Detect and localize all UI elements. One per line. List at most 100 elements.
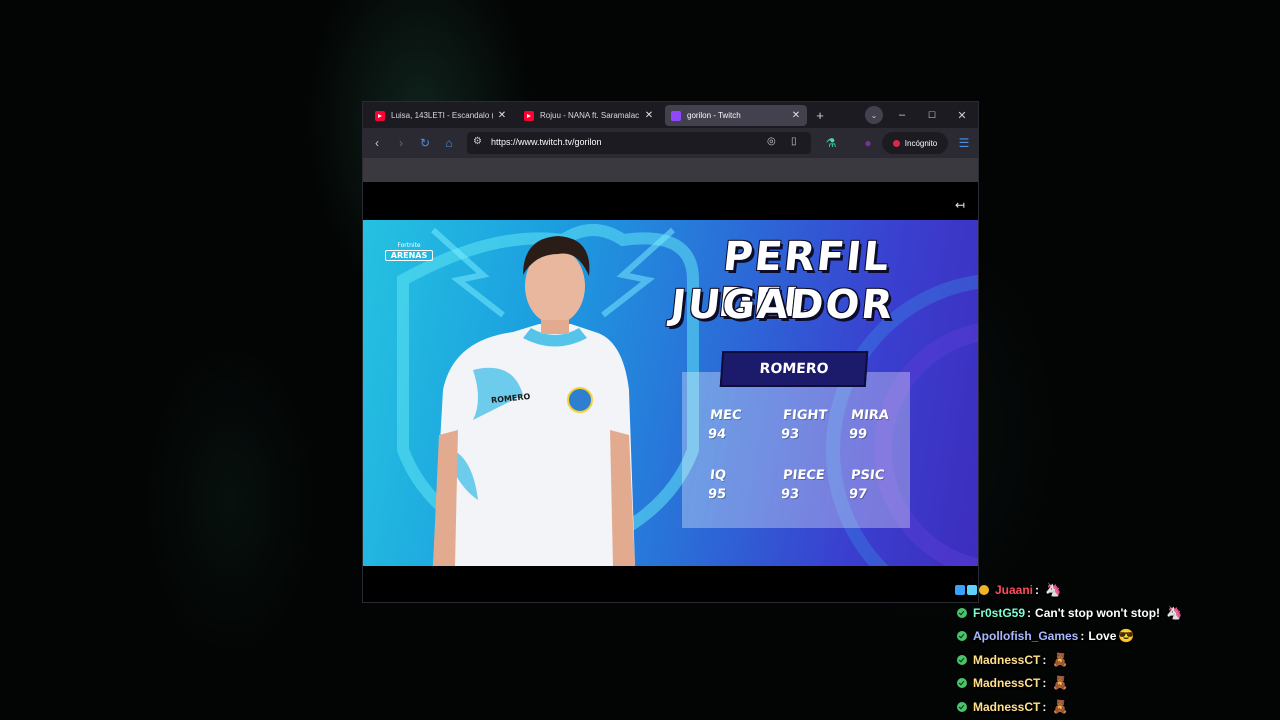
minimize-icon: – xyxy=(898,109,906,121)
home-icon: ⌂ xyxy=(445,136,453,150)
arrow-right-icon: › xyxy=(399,136,403,150)
forward-button[interactable]: › xyxy=(392,134,410,152)
emote-icon: 🦄 xyxy=(1045,582,1062,597)
incognito-label: Incógnito xyxy=(904,138,938,148)
arrow-left-icon: ‹ xyxy=(375,136,379,150)
tab-twitch-gorilon[interactable]: gorilon - Twitch ✕ xyxy=(665,105,807,126)
navigation-toolbar: ‹ › ↻ ⌂ ⚙ https://www.twitch.tv/gorilon … xyxy=(363,128,978,158)
incognito-badge[interactable]: Incógnito xyxy=(882,132,948,154)
youtube-icon xyxy=(375,110,385,121)
tab-youtube-luisa[interactable]: Luisa, 143LETI - Escandalo ( ✕ xyxy=(369,105,513,126)
player-name-tag: ROMERO xyxy=(719,351,869,387)
stat-iq: IQ 95 xyxy=(707,468,727,502)
browser-window: Luisa, 143LETI - Escandalo ( ✕ Rojuu - N… xyxy=(362,101,979,603)
incognito-icon xyxy=(892,139,900,147)
emote-icon: 🧸 xyxy=(1052,652,1069,667)
tab-title: Rojuu - NANA ft. Saramalac xyxy=(540,111,640,120)
chat-separator: : xyxy=(1042,700,1047,714)
verified-badge-icon xyxy=(957,678,967,688)
badge-icon xyxy=(979,585,989,595)
close-window-button[interactable]: ✕ xyxy=(955,106,969,124)
chat-username[interactable]: Apollofish_Games xyxy=(973,629,1078,643)
mask-icon: ● xyxy=(864,136,872,150)
stat-piece: PIECE 93 xyxy=(780,468,826,502)
stat-mec: MEC 94 xyxy=(707,408,743,442)
chat-message: Fr0stG59 : Can't stop won't stop! 🦄 xyxy=(955,603,1182,623)
headline-line-2: JUGADOR xyxy=(668,282,897,328)
chat-username[interactable]: MadnessCT xyxy=(973,653,1040,667)
extension-button[interactable]: ● xyxy=(859,134,877,152)
badge-icon xyxy=(955,585,965,595)
badge-icon xyxy=(967,585,977,595)
player-jersey xyxy=(433,324,635,566)
list-all-tabs-button[interactable]: ⌄ xyxy=(865,106,883,124)
stat-psic: PSIC 97 xyxy=(848,468,886,502)
video-player[interactable]: Fortnite ARENAS ROMERO PERFIL DEL JUGADO… xyxy=(363,220,978,566)
labs-button[interactable]: ⚗ xyxy=(822,134,840,152)
logo-subtitle: Fortnite xyxy=(397,242,421,249)
stats-panel: MEC 94 FIGHT 93 MIRA 99 IQ 95 PIECE 93 PSIC 97 xyxy=(682,372,910,528)
collapse-chat-button[interactable]: ↤ xyxy=(955,198,965,212)
logo-title: ARENAS xyxy=(385,250,433,261)
chat-username[interactable]: MadnessCT xyxy=(973,676,1040,690)
eye-slash-icon[interactable]: ◎ xyxy=(767,136,776,147)
chat-text: Love xyxy=(1088,629,1117,643)
new-tab-button[interactable]: + xyxy=(812,106,828,124)
tab-youtube-rojuu[interactable]: Rojuu - NANA ft. Saramalac ✕ xyxy=(518,105,660,126)
maximize-button[interactable]: ☐ xyxy=(925,106,939,124)
user-badges xyxy=(955,585,991,595)
verified-badge-icon xyxy=(957,631,967,641)
reload-button[interactable]: ↻ xyxy=(416,134,434,152)
close-icon[interactable]: ✕ xyxy=(791,110,801,121)
bookmark-icon[interactable]: ▯ xyxy=(791,136,797,147)
menu-button[interactable]: ☰ xyxy=(955,134,973,152)
chat-message: Apollofish_Games : Love 😎 xyxy=(955,626,1135,646)
chat-separator: : xyxy=(1027,606,1032,620)
chat-separator: : xyxy=(1042,653,1047,667)
address-bar[interactable]: ⚙ https://www.twitch.tv/gorilon ◎ ▯ xyxy=(467,132,811,154)
url-text[interactable]: https://www.twitch.tv/gorilon xyxy=(491,137,602,147)
chat-text: Can't stop won't stop! xyxy=(1035,606,1161,620)
chat-username[interactable]: MadnessCT xyxy=(973,700,1040,714)
chat-separator: : xyxy=(1042,676,1047,690)
chat-separator: : xyxy=(1035,583,1040,597)
verified-badge-icon xyxy=(957,608,967,618)
twitch-icon xyxy=(671,110,681,121)
chat-message: MadnessCT : 🧸 xyxy=(955,697,1069,717)
emote-icon: 🧸 xyxy=(1052,699,1069,714)
site-info-icon[interactable]: ⚙ xyxy=(473,136,482,147)
emote-icon: 🧸 xyxy=(1052,675,1069,690)
flask-icon: ⚗ xyxy=(825,136,837,150)
stat-fight: FIGHT 93 xyxy=(780,408,828,442)
chat-username[interactable]: Fr0stG59 xyxy=(973,606,1025,620)
back-button[interactable]: ‹ xyxy=(368,134,386,152)
youtube-icon xyxy=(524,110,534,121)
close-icon: ✕ xyxy=(957,109,967,122)
emote-icon: 🦄 xyxy=(1166,605,1183,620)
close-icon[interactable]: ✕ xyxy=(497,110,507,121)
minimize-button[interactable]: – xyxy=(895,106,909,124)
reload-icon: ↻ xyxy=(419,136,431,150)
tab-title: Luisa, 143LETI - Escandalo ( xyxy=(391,111,493,120)
tab-title: gorilon - Twitch xyxy=(687,111,741,120)
team-crest xyxy=(567,387,593,413)
maximize-icon: ☐ xyxy=(927,109,937,120)
close-icon[interactable]: ✕ xyxy=(644,110,654,121)
chevron-down-icon: ⌄ xyxy=(870,110,878,120)
stat-mira: MIRA 99 xyxy=(848,408,890,442)
chat-username[interactable]: Juaani xyxy=(995,583,1033,597)
chat-message: MadnessCT : 🧸 xyxy=(955,673,1069,693)
home-button[interactable]: ⌂ xyxy=(440,134,458,152)
chat-message: Juaani : 🦄 xyxy=(955,580,1061,600)
chat-separator: : xyxy=(1080,629,1085,643)
chat-message: MadnessCT : 🧸 xyxy=(955,650,1069,670)
player-neck xyxy=(541,320,569,334)
hamburger-icon: ☰ xyxy=(958,136,970,150)
page-top-bar xyxy=(363,158,978,182)
arenas-logo: Fortnite ARENAS xyxy=(385,242,433,264)
verified-badge-icon xyxy=(957,702,967,712)
tab-bar: Luisa, 143LETI - Escandalo ( ✕ Rojuu - N… xyxy=(363,102,978,128)
verified-badge-icon xyxy=(957,655,967,665)
collapse-arrow-icon: ↤ xyxy=(955,198,966,212)
emote-icon: 😎 xyxy=(1118,628,1135,643)
